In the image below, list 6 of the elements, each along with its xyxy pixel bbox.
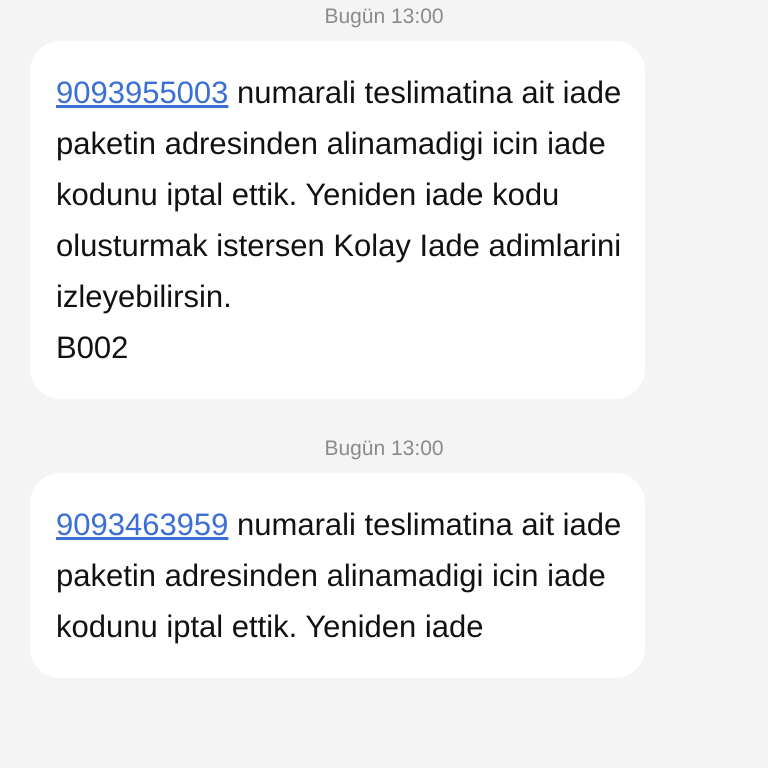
timestamp: Bugün 13:00 xyxy=(323,4,445,30)
phone-number-link[interactable]: 9093463959 xyxy=(56,507,228,542)
timestamp: Bugün 13:00 xyxy=(323,436,445,462)
message-text: 9093463959 numarali teslimatina ait iade paketin adresinden alinamadigi icin iade kodunu iptal ettik. Yeniden iade xyxy=(56,506,622,646)
message-text: 9093955003 numarali teslimatina ait iade paketin adresinden alinamadigi icin iade kodunu iptal ettik. Yeniden iade kodu olusturmak istersen Kolay Iade adimlarini izleyebilirsin. B002 xyxy=(56,74,622,367)
phone-number-link[interactable]: 9093955003 xyxy=(56,75,228,110)
